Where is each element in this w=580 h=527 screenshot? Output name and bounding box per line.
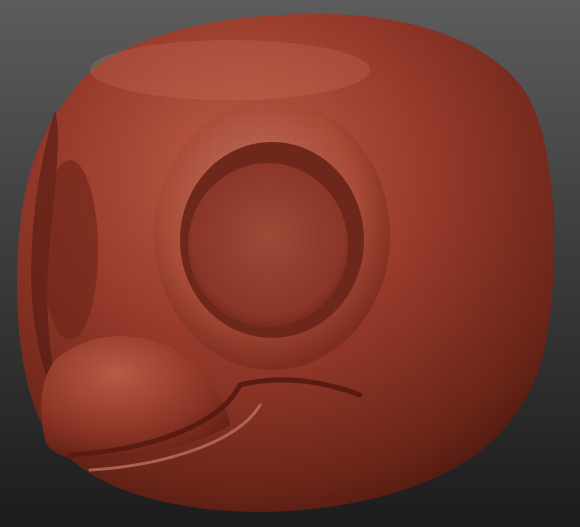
sculpt-render [17,13,555,512]
eye-inner [188,163,348,327]
sculpt-viewport[interactable] [0,0,580,527]
left-eye-socket [42,160,98,340]
forehead-highlight [90,40,370,100]
